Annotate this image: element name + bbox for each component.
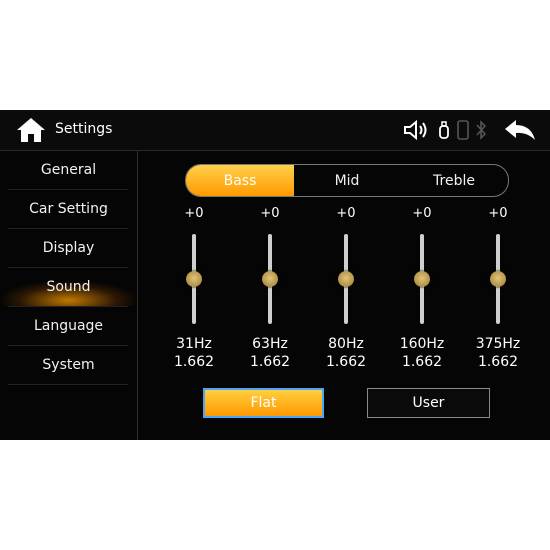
eq-slider-knob[interactable] [338, 271, 354, 287]
band-gain: +0 [412, 206, 432, 221]
eq-band-375hz: +0 375Hz 1.662 [468, 206, 528, 376]
sidebar-item-display[interactable]: Display [0, 229, 137, 267]
page-title: Settings [55, 121, 113, 137]
sidebar-item-label: General [40, 162, 97, 178]
tab-treble[interactable]: Treble [400, 165, 508, 196]
tab-mid[interactable]: Mid [294, 165, 400, 196]
band-frequency: 160Hz [399, 336, 445, 352]
band-frequency: 63Hz [252, 336, 288, 352]
eq-band-80hz: +0 80Hz 1.662 [316, 206, 376, 376]
eq-range-tabs: Bass Mid Treble [185, 164, 509, 197]
home-icon[interactable] [15, 116, 47, 144]
sidebar-item-car-setting[interactable]: Car Setting [0, 190, 137, 228]
eq-slider-knob[interactable] [262, 271, 278, 287]
band-gain: +0 [260, 206, 280, 221]
band-q-value: 1.662 [401, 354, 443, 370]
settings-sidebar: General Car Setting Display Sound Langua… [0, 151, 138, 440]
band-q-value: 1.662 [325, 354, 367, 370]
head-unit-screen: Settings General Car Setting Display Sou… [0, 110, 550, 440]
band-q-value: 1.662 [477, 354, 519, 370]
sidebar-item-label: Display [42, 240, 95, 256]
band-frequency: 80Hz [328, 336, 364, 352]
eq-slider-knob[interactable] [186, 271, 202, 287]
band-q-value: 1.662 [173, 354, 215, 370]
usb-icon [439, 121, 449, 139]
sidebar-item-general[interactable]: General [0, 151, 137, 189]
phone-icon [457, 120, 469, 140]
eq-band-63hz: +0 63Hz 1.662 [240, 206, 300, 376]
eq-slider-knob[interactable] [414, 271, 430, 287]
eq-band-160hz: +0 160Hz 1.662 [392, 206, 452, 376]
divider [8, 384, 128, 385]
sidebar-item-language[interactable]: Language [0, 307, 137, 345]
sidebar-item-label: Sound [46, 279, 91, 295]
sidebar-item-sound[interactable]: Sound [0, 268, 137, 306]
bluetooth-icon [476, 120, 487, 140]
band-frequency: 31Hz [176, 336, 212, 352]
sidebar-item-label: System [42, 357, 95, 373]
user-preset-button[interactable]: User [367, 388, 490, 418]
back-arrow-icon[interactable] [503, 118, 537, 142]
eq-band-31hz: +0 31Hz 1.662 [164, 206, 224, 376]
band-gain: +0 [488, 206, 508, 221]
tab-bass[interactable]: Bass [186, 165, 294, 196]
band-frequency: 375Hz [475, 336, 521, 352]
volume-icon[interactable] [403, 119, 429, 141]
sidebar-item-system[interactable]: System [0, 346, 137, 384]
top-bar: Settings [0, 110, 550, 151]
sidebar-item-label: Language [33, 318, 104, 334]
band-gain: +0 [184, 206, 204, 221]
band-gain: +0 [336, 206, 356, 221]
band-q-value: 1.662 [249, 354, 291, 370]
sidebar-item-label: Car Setting [29, 201, 108, 217]
flat-preset-button[interactable]: Flat [203, 388, 324, 418]
eq-slider-knob[interactable] [490, 271, 506, 287]
